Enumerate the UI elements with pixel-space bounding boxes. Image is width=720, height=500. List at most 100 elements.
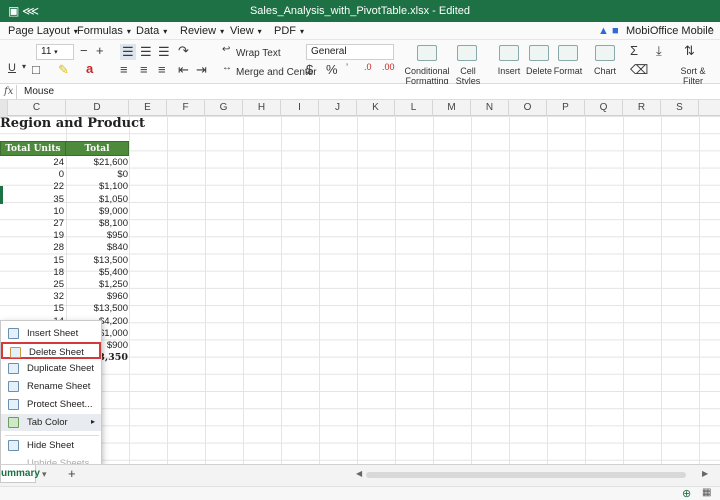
column-header-c[interactable]: C [8,100,66,116]
duplicate-sheet-icon [8,363,19,374]
column-header-h[interactable]: H [243,100,281,116]
number-format-select[interactable]: General [306,44,394,60]
column-header-f[interactable]: F [167,100,205,116]
menu-duplicate-sheet[interactable]: Duplicate Sheet [1,360,101,377]
cell-styles-button[interactable]: Cell Styles [448,66,488,86]
fill-icon[interactable]: ⤓ [656,43,662,59]
menu-view[interactable]: View ▾ [230,25,262,37]
minimize-ribbon-icon[interactable]: ⌃ [706,25,715,38]
align-center-icon[interactable]: ≡ [140,62,148,77]
chart-button[interactable]: Chart [588,66,622,76]
clear-icon[interactable]: ⌫ [630,62,648,78]
cell-styles-icon[interactable] [457,45,477,61]
orientation-icon[interactable]: ↷ [178,43,189,59]
horizontal-scrollbar[interactable] [366,472,686,478]
underline-icon[interactable]: U [8,62,16,74]
format-cells-button[interactable]: Format [551,66,585,76]
column-header-m[interactable]: M [433,100,471,116]
column-header-i[interactable]: I [281,100,319,116]
menu-pdf[interactable]: PDF ▾ [274,25,304,37]
app-store-icon: ▲ [598,25,609,37]
normal-view-icon[interactable]: ⊕ [682,487,691,500]
indent-icon[interactable]: ⇥ [196,62,207,78]
add-sheet-button[interactable]: + [68,466,76,481]
align-top-icon[interactable]: ☰ [120,44,136,60]
menu-tab-color[interactable]: Tab Color ▸ [1,414,101,431]
menu-insert-sheet[interactable]: Insert Sheet [1,325,101,342]
menu-page-layout[interactable]: Page Layout ▾ [8,25,78,37]
borders-icon[interactable]: □ [32,62,40,77]
comma-style-icon[interactable]: ’ [346,62,348,72]
fill-color-icon[interactable]: ✎ [58,62,69,78]
merge-center-button[interactable]: Merge and Center [236,67,317,78]
rename-sheet-icon [8,381,19,392]
tab-dropdown-icon[interactable]: ▾ [42,469,47,480]
delete-cells-icon[interactable] [529,45,549,61]
column-header-q[interactable]: Q [585,100,623,116]
align-middle-icon[interactable]: ☰ [140,44,152,60]
underline-dropdown-icon[interactable]: ▾ [22,62,26,71]
sheet-tab-bar: ummary ▾ + ◀ ▶ [0,464,720,486]
scroll-right-icon[interactable]: ▶ [702,469,708,478]
insert-cells-icon[interactable] [499,45,519,61]
hide-sheet-icon [8,440,19,451]
page-layout-view-icon[interactable]: ▦ [702,487,711,498]
decrease-decimal-icon[interactable]: .00 [382,62,395,72]
wrap-text-button[interactable]: Wrap Text [236,48,281,59]
sheet-tab-summary[interactable]: ummary [0,465,40,483]
menu-formulas[interactable]: Formulas ▾ [77,25,131,37]
column-header-e[interactable]: E [129,100,167,116]
menu-review[interactable]: Review ▾ [180,25,224,37]
font-color-icon[interactable]: a [86,61,93,76]
increase-decimal-icon[interactable]: .0 [364,62,372,72]
column-header-l[interactable]: L [395,100,433,116]
menu-data[interactable]: Data ▾ [136,25,167,37]
submenu-arrow-icon: ▸ [90,417,95,426]
header-total-revenue[interactable]: Total Revenue [65,141,129,169]
sheet-grid[interactable]: Region and Product Total Units Total Rev… [0,116,720,464]
align-bottom-icon[interactable]: ☰ [158,44,170,60]
menu-hide-sheet[interactable]: Hide Sheet [1,437,101,454]
formula-input[interactable]: Mouse [24,86,54,97]
menu-rename-sheet[interactable]: Rename Sheet [1,378,101,395]
autosum-icon[interactable]: Σ [630,43,638,58]
format-cells-icon[interactable] [558,45,578,61]
currency-icon[interactable]: $ [306,62,313,77]
decrease-font-icon[interactable]: − [80,43,88,58]
column-header-k[interactable]: K [357,100,395,116]
percent-icon[interactable]: % [326,62,338,77]
column-header-o[interactable]: O [509,100,547,116]
header-total-units[interactable]: Total Units [0,141,66,156]
align-right-icon[interactable]: ≡ [158,62,166,77]
column-header-n[interactable]: N [471,100,509,116]
sort-filter-icon[interactable]: ⇅ [684,43,695,59]
menu-delete-sheet[interactable]: Delete Sheet [1,342,101,359]
column-header-j[interactable]: J [319,100,357,116]
delete-sheet-icon [10,347,21,358]
column-header-g[interactable]: G [205,100,243,116]
menu-protect-sheet[interactable]: Protect Sheet... [1,396,101,413]
formula-bar: fx Mouse [0,84,720,100]
insert-cells-button[interactable]: Insert [492,66,526,76]
outdent-icon[interactable]: ⇤ [178,62,189,78]
ribbon: 11 ▾ − + ☰ ☰ ☰ ↷ ↩ Wrap Text General U ▾… [0,40,720,86]
column-header-s[interactable]: S [661,100,699,116]
corner-cell[interactable] [0,100,8,116]
sort-filter-button[interactable]: Sort & Filter [678,66,708,86]
increase-font-icon[interactable]: + [96,43,104,58]
menu-bar: Page Layout ▾ Formulas ▾ Data ▾ Review ▾ Vie… [0,22,720,40]
column-header-d[interactable]: D [66,100,129,116]
align-left-icon[interactable]: ≡ [120,62,128,77]
fx-label: fx [4,86,14,97]
insert-sheet-icon [8,328,19,339]
font-size-select[interactable]: 11 ▾ [36,44,74,60]
conditional-formatting-icon[interactable] [417,45,437,61]
status-bar: ⊕ ▦ [0,486,720,500]
chart-icon[interactable] [595,45,615,61]
scroll-left-icon[interactable]: ◀ [356,469,362,478]
column-header-r[interactable]: R [623,100,661,116]
sheet-context-menu: Insert Sheet Delete Sheet Duplicate Shee… [0,320,102,472]
column-header-p[interactable]: P [547,100,585,116]
conditional-formatting-button[interactable]: Conditional Formatting [402,66,452,86]
mobioffice-label[interactable]: MobiOffice Mobile [626,25,714,37]
